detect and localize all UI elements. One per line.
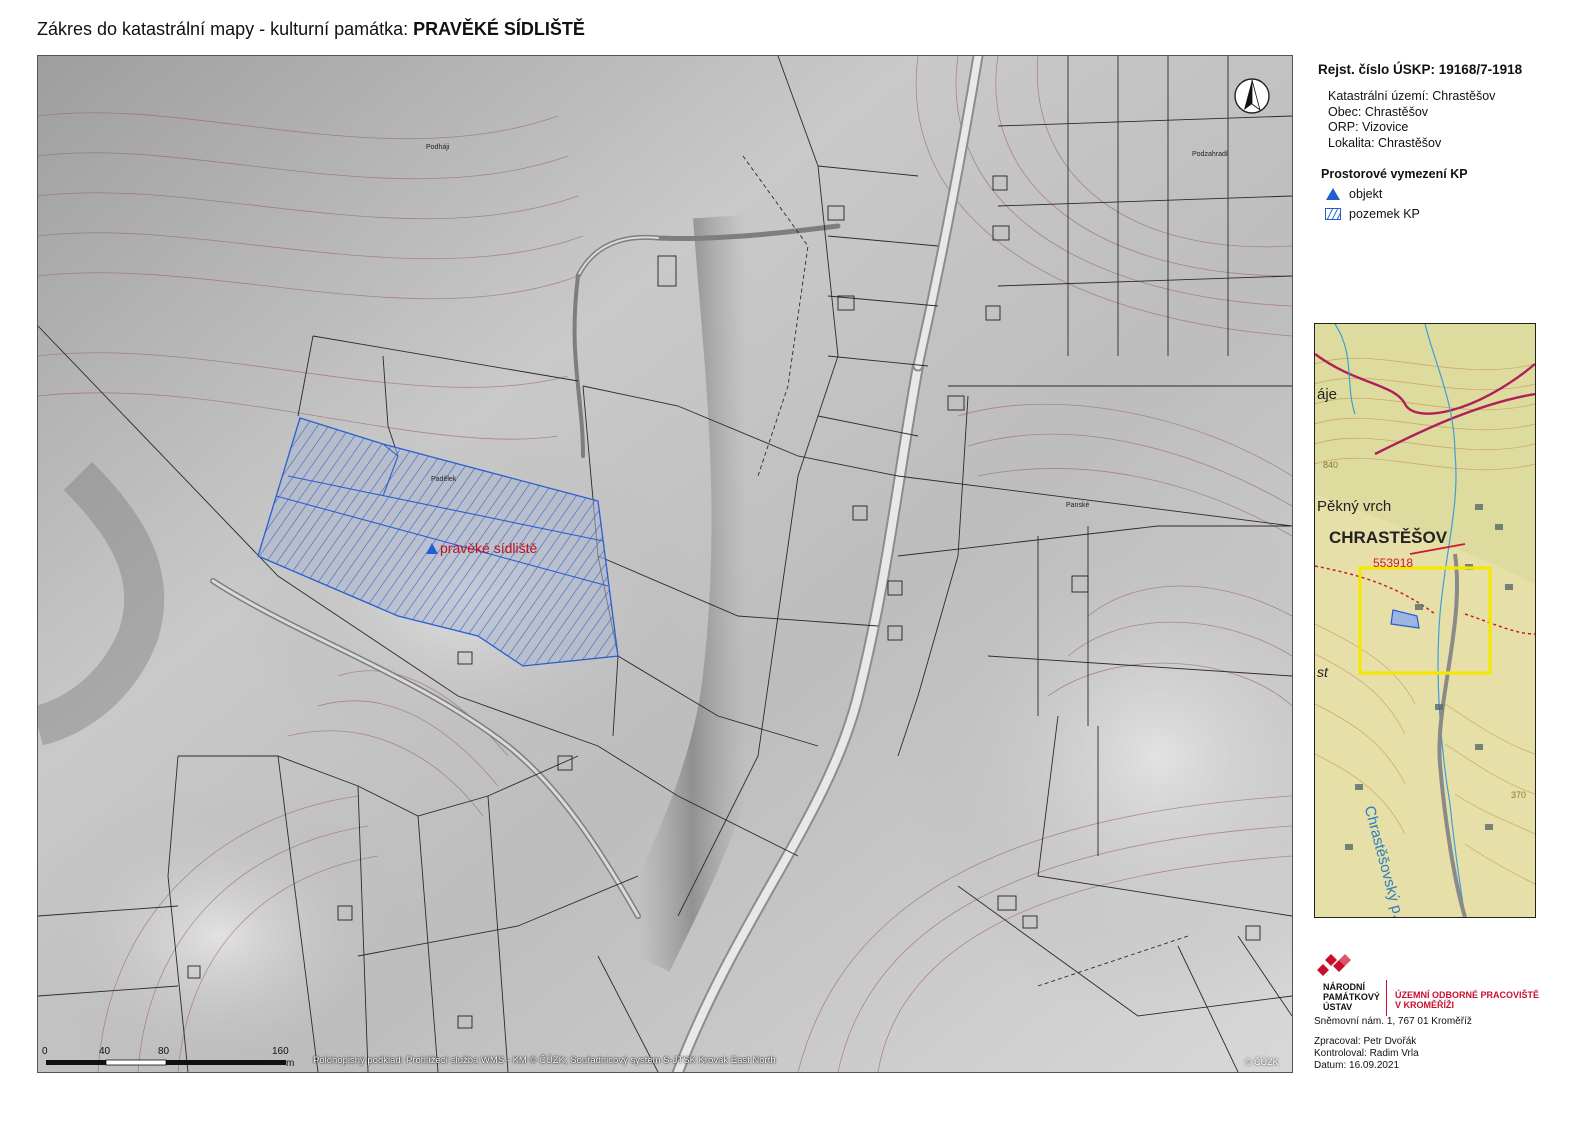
inset-label: Pěkný vrch — [1317, 498, 1392, 515]
date: Datum: 16.09.2021 — [1314, 1060, 1400, 1071]
map-canvas — [38, 56, 1292, 1072]
legend-title: Prostorové vymezení KP — [1321, 167, 1468, 181]
inset-label: st — [1317, 664, 1328, 680]
monument-map-label[interactable]: pravěké sídliště — [426, 540, 537, 556]
orp: ORP: Vizovice — [1328, 120, 1409, 134]
north-arrow-icon — [1234, 78, 1270, 114]
monument-object-label: pravěké sídliště — [440, 540, 538, 556]
registration-number: Rejst. číslo ÚSKP: 19168/7-1918 — [1318, 62, 1523, 77]
scale-label: 0 — [42, 1046, 48, 1057]
legend-label: objekt — [1349, 187, 1383, 201]
processed-by: Zpracoval: Petr Dvořák — [1314, 1036, 1417, 1047]
legend-item-parcel: pozemek KP — [1325, 206, 1553, 222]
object-triangle-icon — [426, 542, 438, 554]
scale-bar — [46, 1059, 286, 1066]
scale-label: 160 — [272, 1046, 289, 1057]
inset-label: 370 — [1511, 790, 1527, 800]
place-label: Panské — [1066, 502, 1090, 509]
hatched-area-icon — [1325, 207, 1341, 221]
inset-label: 553918 — [1373, 556, 1414, 570]
info-panel: Rejst. číslo ÚSKP: 19168/7-1918 Katastrá… — [1313, 62, 1553, 226]
map-title-prefix: Zákres do katastrální mapy - kulturní pa… — [37, 19, 409, 39]
overview-map[interactable]: áje 840 Pěkný vrch CHRASTĚŠOV 553918 st … — [1314, 323, 1536, 918]
scale-label: 80 — [158, 1046, 170, 1057]
legend-label: pozemek KP — [1349, 207, 1420, 221]
blue-triangle-icon — [1325, 187, 1341, 201]
inset-label: 840 — [1323, 460, 1339, 470]
place-label: Podzahradí — [1192, 151, 1228, 158]
organization-address: Sněmovní nám. 1, 767 01 Kroměříž — [1314, 1016, 1472, 1027]
map-copyright: © ČÚZK — [1245, 1057, 1279, 1067]
logo-divider — [1386, 980, 1387, 1016]
cadastral-map[interactable]: Podháji Podzahradí Padělek Panské — [37, 55, 1293, 1073]
scale-label: 40 — [99, 1046, 111, 1057]
npu-unit: ÚZEMNÍ ODBORNÉ PRACOVIŠTĚ V KROMĚŘÍŽI — [1395, 990, 1540, 1010]
overview-canvas — [1315, 324, 1535, 917]
map-source-note: Polohopisný podklad: Prohlížecí služba W… — [313, 1055, 776, 1066]
place-label: Padělek — [431, 476, 457, 483]
municipality: Obec: Chrastěšov — [1328, 104, 1429, 119]
npu-name: NÁRODNÍ PAMÁTKOVÝ ÚSTAV — [1323, 982, 1380, 1012]
monument-name: PRAVĚKÉ SÍDLIŠTĚ — [413, 19, 585, 39]
place-label: Podháji — [426, 144, 450, 151]
scale-unit: m — [286, 1058, 295, 1069]
inset-label: CHRASTĚŠOV — [1329, 528, 1448, 547]
inset-label: áje — [1317, 386, 1338, 403]
npu-logo-icon — [1317, 954, 1351, 976]
cadastral-area: Katastrální území: Chrastěšov — [1328, 89, 1496, 103]
map-title: Zákres do katastrální mapy - kulturní pa… — [37, 19, 585, 40]
legend-item-object: objekt — [1325, 186, 1553, 202]
checked-by: Kontroloval: Radim Vrla — [1314, 1048, 1419, 1059]
locality: Lokalita: Chrastěšov — [1328, 135, 1442, 150]
